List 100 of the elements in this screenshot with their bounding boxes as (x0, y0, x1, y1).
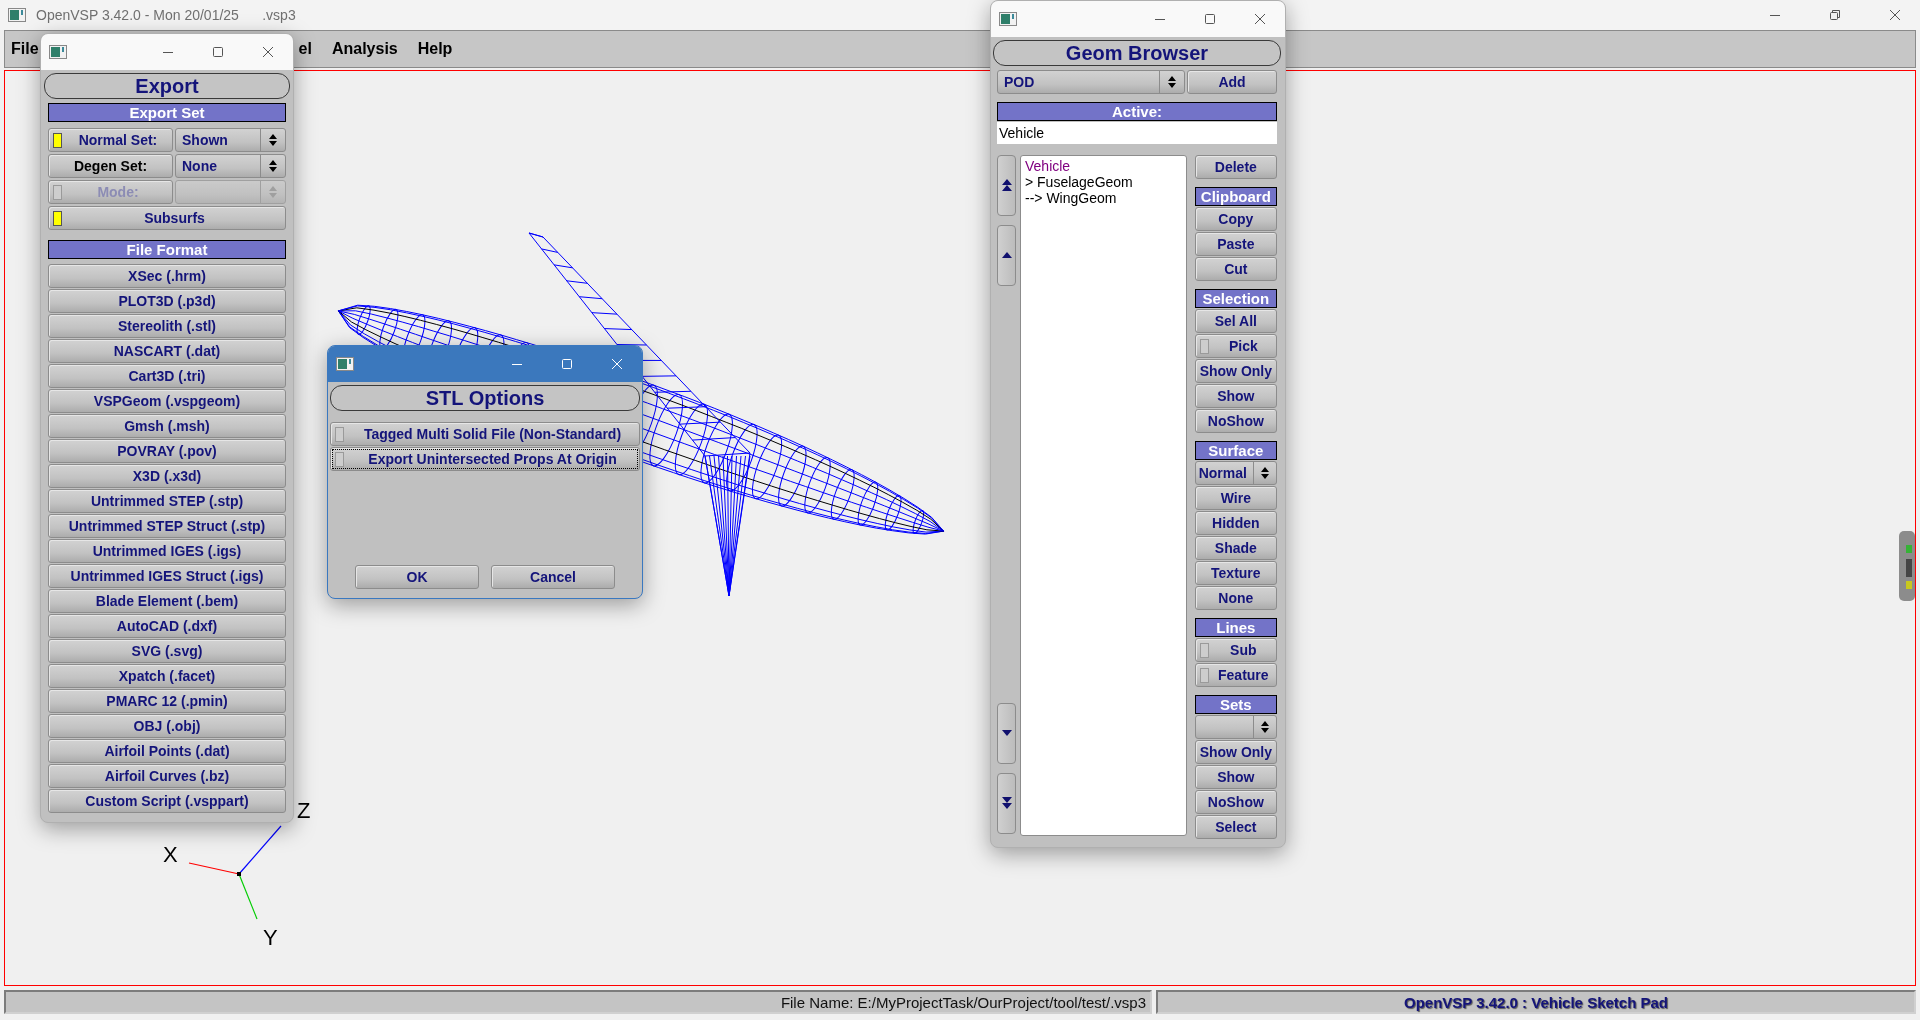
maximize-icon[interactable] (1204, 13, 1216, 25)
format-button[interactable]: Airfoil Points (.dat) (48, 739, 286, 763)
add-button[interactable]: Add (1187, 70, 1277, 94)
menu-item[interactable]: Analysis (331, 40, 398, 58)
browser-button[interactable]: Shade (1194, 536, 1277, 560)
axis-label: X (163, 842, 178, 867)
browser-button[interactable]: NoShow (1194, 409, 1277, 433)
format-button[interactable]: AutoCAD (.dxf) (48, 614, 286, 638)
geom-type-dropdown[interactable]: POD (997, 70, 1185, 94)
up-down-arrows-icon (269, 133, 277, 147)
dialog-button[interactable]: OK (355, 565, 479, 589)
axis-label: Z (297, 798, 311, 823)
browser-button[interactable]: Show Only (1194, 740, 1277, 764)
format-button[interactable]: PLOT3D (.p3d) (48, 289, 286, 313)
browser-button[interactable]: Hidden (1194, 511, 1277, 535)
set-dropdown[interactable]: Shown (175, 128, 286, 152)
format-button[interactable]: Untrimmed IGES Struct (.igs) (48, 564, 286, 588)
format-button[interactable]: Xpatch (.facet) (48, 664, 286, 688)
browser-button[interactable]: Wire (1194, 486, 1277, 510)
browser-toggle[interactable]: Pick (1194, 334, 1277, 358)
format-button[interactable]: Blade Element (.bem) (48, 589, 286, 613)
format-button[interactable]: Untrimmed STEP Struct (.stp) (48, 514, 286, 538)
set-dropdown[interactable]: None (175, 154, 286, 178)
browser-button[interactable]: Paste (1194, 232, 1277, 256)
app-name-status: OpenVSP 3.42.0 : Vehicle Sketch Pad (1156, 990, 1916, 1014)
browser-button[interactable]: Show (1194, 384, 1277, 408)
app-icon (999, 12, 1017, 26)
format-button[interactable]: Gmsh (.msh) (48, 414, 286, 438)
tree-item[interactable]: Vehicle (1025, 158, 1182, 174)
section-header: Active: (997, 102, 1277, 121)
format-button[interactable]: X3D (.x3d) (48, 464, 286, 488)
option-toggle[interactable]: Export Unintersected Props At Origin (330, 447, 640, 471)
format-button[interactable]: Stereolith (.stl) (48, 314, 286, 338)
close-icon[interactable] (1889, 9, 1901, 21)
browser-button[interactable]: Show Only (1194, 359, 1277, 383)
browser-button[interactable]: Select (1194, 815, 1277, 839)
close-icon[interactable] (1254, 13, 1266, 25)
menu-item[interactable]: Help (417, 40, 453, 58)
scroll-top-button[interactable] (997, 155, 1016, 216)
option-toggle[interactable]: Tagged Multi Solid File (Non-Standard) (330, 422, 640, 446)
menu-item[interactable]: File (11, 40, 39, 58)
format-button[interactable]: PMARC 12 (.pmin) (48, 689, 286, 713)
browser-dropdown[interactable] (1194, 715, 1277, 739)
format-button[interactable]: Untrimmed STEP (.stp) (48, 489, 286, 513)
set-toggle[interactable]: Normal Set: (48, 128, 173, 152)
format-button[interactable]: Airfoil Curves (.bz) (48, 764, 286, 788)
up-arrow-icon (1000, 252, 1013, 259)
scroll-bottom-button[interactable] (997, 773, 1016, 834)
browser-button[interactable]: Delete (1194, 155, 1277, 179)
close-icon[interactable] (262, 46, 274, 58)
section-header: Export Set (48, 103, 286, 122)
format-button[interactable]: SVG (.svg) (48, 639, 286, 663)
restore-icon[interactable] (1829, 9, 1841, 21)
window-title: OpenVSP 3.42.0 - Mon 20/01/25 .vsp3 (36, 7, 296, 23)
section-header: Lines (1194, 618, 1277, 637)
up-down-arrows-icon (1261, 466, 1269, 480)
browser-button[interactable]: Copy (1194, 207, 1277, 231)
section-header: Surface (1194, 441, 1277, 460)
dialog-button[interactable]: Cancel (491, 565, 615, 589)
side-handle-icon[interactable] (1899, 531, 1915, 601)
up-down-arrows-icon (1168, 75, 1176, 89)
scroll-up-button[interactable] (997, 225, 1016, 286)
format-button[interactable]: OBJ (.obj) (48, 714, 286, 738)
format-button[interactable]: VSPGeom (.vspgeom) (48, 389, 286, 413)
browser-button[interactable]: NoShow (1194, 790, 1277, 814)
browser-button[interactable]: Show (1194, 765, 1277, 789)
tree-item[interactable]: --> WingGeom (1025, 190, 1182, 206)
browser-dropdown[interactable]: Normal (1194, 461, 1277, 485)
browser-button[interactable]: Cut (1194, 257, 1277, 281)
menu-item[interactable]: el (298, 40, 312, 58)
double-up-arrow-icon (1000, 179, 1013, 192)
maximize-icon[interactable] (212, 46, 224, 58)
section-header: File Format (48, 240, 286, 259)
section-header: Sets (1194, 695, 1277, 714)
window-heading: Export (44, 73, 290, 99)
app-icon (8, 8, 26, 22)
format-button[interactable]: Custom Script (.vsppart) (48, 789, 286, 813)
browser-toggle[interactable]: Sub (1194, 638, 1277, 662)
format-button[interactable]: POVRAY (.pov) (48, 439, 286, 463)
browser-button[interactable]: Texture (1194, 561, 1277, 585)
browser-toggle[interactable]: Feature (1194, 663, 1277, 687)
window-heading: STL Options (330, 385, 640, 411)
scroll-down-button[interactable] (997, 703, 1016, 764)
format-button[interactable]: XSec (.hrm) (48, 264, 286, 288)
app-icon (336, 357, 354, 371)
set-button[interactable]: Degen Set: (48, 154, 173, 178)
subsurfs-toggle[interactable]: Subsurfs (48, 206, 286, 230)
browser-button[interactable]: Sel All (1194, 309, 1277, 333)
double-down-arrow-icon (1000, 797, 1013, 810)
app-icon (49, 45, 67, 59)
up-down-arrows-icon (269, 185, 277, 199)
format-button[interactable]: Untrimmed IGES (.igs) (48, 539, 286, 563)
axis-label: Y (263, 925, 278, 950)
format-button[interactable]: Cart3D (.tri) (48, 364, 286, 388)
active-field[interactable]: Vehicle (997, 122, 1277, 144)
browser-button[interactable]: None (1194, 586, 1277, 610)
up-down-arrows-icon (1261, 720, 1269, 734)
tree-item[interactable]: > FuselageGeom (1025, 174, 1182, 190)
window-heading: Geom Browser (993, 40, 1281, 66)
format-button[interactable]: NASCART (.dat) (48, 339, 286, 363)
